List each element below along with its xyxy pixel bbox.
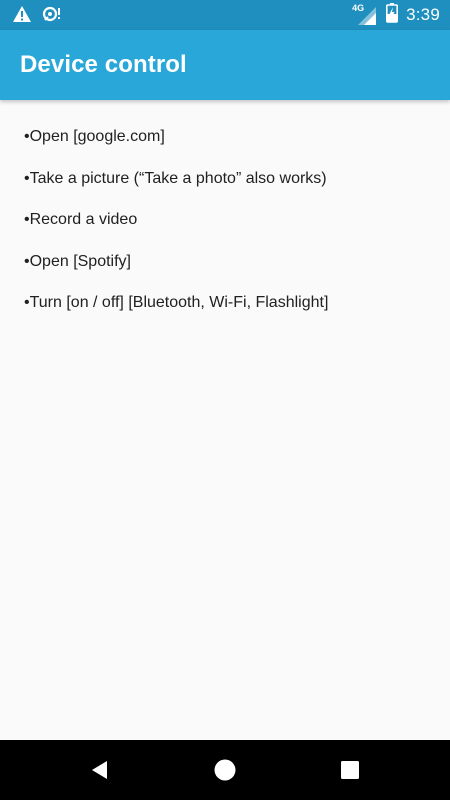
notification-icons xyxy=(12,5,62,28)
recents-icon[interactable] xyxy=(338,758,362,782)
app-bar: Device control xyxy=(0,30,450,100)
screen: 4G 3:39 Device control •Open [google.com… xyxy=(0,0,450,800)
signal-icon: 4G xyxy=(352,3,378,26)
clock: 3:39 xyxy=(406,5,440,24)
warning-icon xyxy=(12,5,32,28)
status-bar: 4G 3:39 xyxy=(0,0,450,30)
system-icons: 4G 3:39 xyxy=(352,2,440,28)
list-item: •Record a video xyxy=(24,211,138,228)
list-item: •Turn [on / off] [Bluetooth, Wi-Fi, Flas… xyxy=(24,294,329,311)
sync-alert-icon xyxy=(42,5,62,28)
home-icon[interactable] xyxy=(213,758,237,782)
page-title: Device control xyxy=(20,51,187,78)
network-type-label: 4G xyxy=(352,3,365,13)
navigation-bar xyxy=(0,740,450,800)
back-icon[interactable] xyxy=(88,758,112,782)
list-item: •Open [google.com] xyxy=(24,128,165,145)
list-item: •Take a picture (“Take a photo” also wor… xyxy=(24,170,327,187)
battery-charging-icon xyxy=(386,2,399,28)
content: •Open [google.com] •Take a picture (“Tak… xyxy=(0,100,450,740)
list-item: •Open [Spotify] xyxy=(24,253,131,270)
